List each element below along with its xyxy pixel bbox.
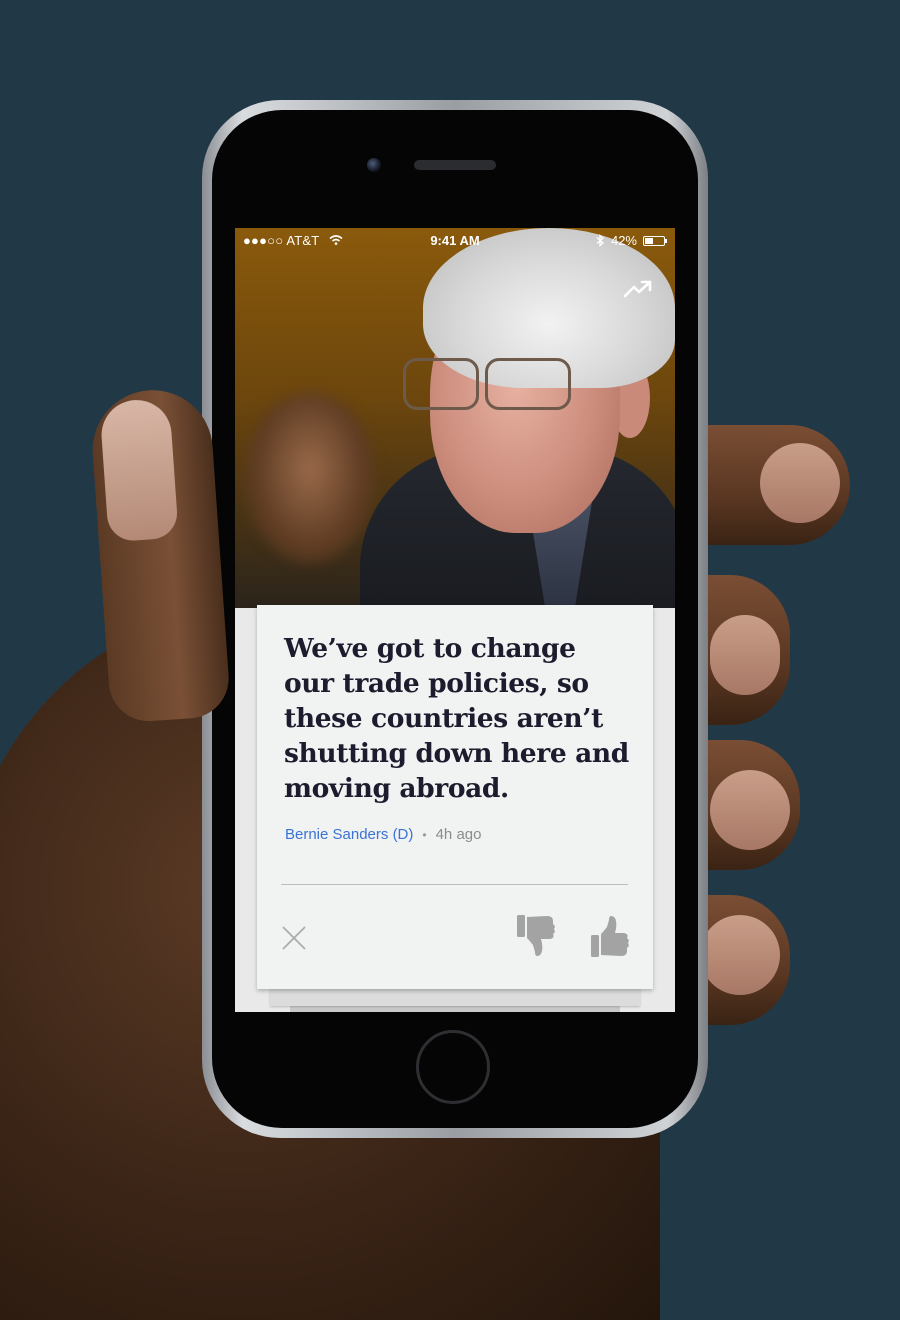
battery-fill <box>645 237 653 244</box>
thumbs-up-icon <box>591 916 629 957</box>
thumbs-down-icon <box>517 915 555 956</box>
battery-icon <box>643 235 667 246</box>
trending-button[interactable] <box>621 276 655 302</box>
dismiss-button[interactable] <box>279 923 309 953</box>
thumb-nail <box>99 397 179 543</box>
quote-meta: Bernie Sanders (D) • 4h ago <box>285 826 481 843</box>
front-camera <box>367 158 381 172</box>
timestamp: 4h ago <box>435 826 482 843</box>
politician-photo <box>235 228 675 608</box>
meta-separator: • <box>422 827 427 842</box>
card-divider <box>281 884 628 885</box>
photo-glasses-right <box>485 358 571 410</box>
close-icon <box>282 926 306 950</box>
like-button[interactable] <box>589 913 631 959</box>
quote-card[interactable]: We’ve got to change our trade policies, … <box>257 605 653 989</box>
app-screen: ●●●○○ AT&T 9:41 AM 42% We’ve got to chan… <box>235 228 675 1012</box>
quote-text: We’ve got to change our trade policies, … <box>284 633 629 804</box>
battery-percent: 42% <box>610 233 637 248</box>
bluetooth-icon <box>596 234 604 247</box>
author-link[interactable]: Bernie Sanders (D) <box>285 826 413 843</box>
photo-glasses-left <box>403 358 479 410</box>
earpiece-speaker <box>414 160 496 170</box>
status-right: 42% <box>596 233 667 248</box>
background-person <box>245 393 375 563</box>
status-bar: ●●●○○ AT&T 9:41 AM 42% <box>235 228 675 252</box>
trending-up-icon <box>623 280 652 298</box>
home-button[interactable] <box>416 1030 490 1104</box>
dislike-button[interactable] <box>515 913 557 959</box>
